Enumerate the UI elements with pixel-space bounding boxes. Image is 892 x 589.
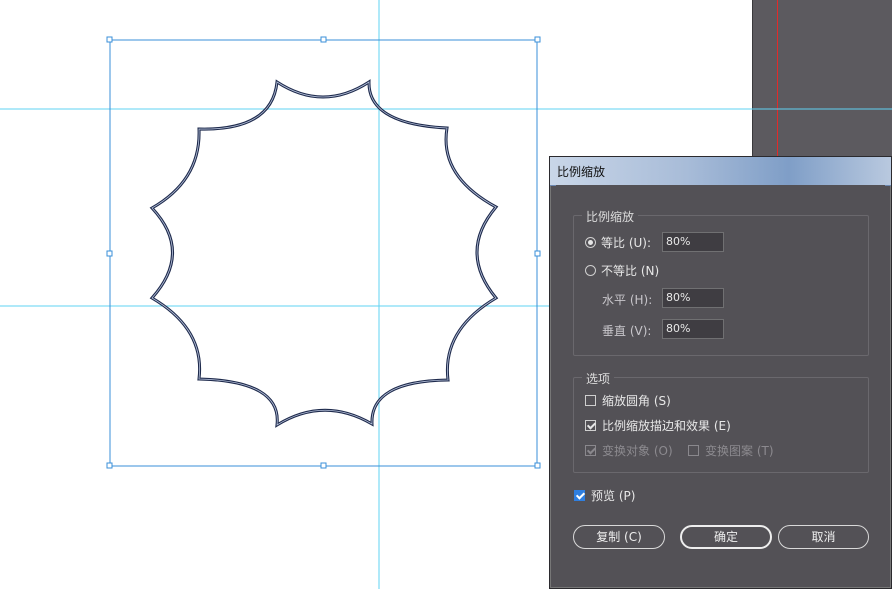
scalloped-star-shape[interactable] [149,79,499,428]
preview-checkbox[interactable] [574,490,585,501]
transform-patterns-option: 变换图案 (T) [688,442,774,459]
nonuniform-option[interactable]: 不等比 (N) [585,262,659,279]
nonuniform-radio[interactable] [585,265,596,276]
copy-button[interactable]: 复制 (C) [573,525,665,549]
horizontal-label: 水平 (H): [602,293,653,307]
vertical-row: 垂直 (V): [602,322,651,339]
dialog-titlebar[interactable]: 比例缩放 [550,157,891,186]
scale-strokes-label: 比例缩放描边和效果 (E) [602,419,731,433]
transform-patterns-checkbox [688,445,699,456]
ok-button[interactable]: 确定 [680,525,772,549]
uniform-radio[interactable] [585,237,596,248]
dialog-title: 比例缩放 [557,165,606,179]
uniform-option[interactable]: 等比 (U): [585,234,651,251]
scale-corners-checkbox[interactable] [585,395,596,406]
dialog-body: 比例缩放 等比 (U): 80% 不等比 (N) 水平 (H): 80% 垂直 … [556,185,885,582]
transform-objects-option: 变换对象 (O) [585,442,673,459]
cancel-button[interactable]: 取消 [778,525,869,549]
options-group-legend: 选项 [582,370,615,387]
vertical-label: 垂直 (V): [602,324,652,338]
scale-corners-option[interactable]: 缩放圆角 (S) [585,392,671,409]
scale-corners-label: 缩放圆角 (S) [602,394,671,408]
uniform-input[interactable]: 80% [662,232,724,252]
scale-strokes-checkbox[interactable] [585,420,596,431]
horizontal-row: 水平 (H): [602,291,652,308]
horizontal-input[interactable]: 80% [662,288,724,308]
transform-patterns-label: 变换图案 (T) [705,444,774,458]
scale-group-legend: 比例缩放 [582,208,639,225]
vertical-input[interactable]: 80% [662,319,724,339]
uniform-label: 等比 (U): [601,236,652,250]
preview-label: 预览 (P) [591,489,636,503]
nonuniform-label: 不等比 (N) [601,264,660,278]
preview-option[interactable]: 预览 (P) [574,487,635,504]
transform-objects-checkbox [585,445,596,456]
scale-strokes-option[interactable]: 比例缩放描边和效果 (E) [585,417,731,434]
transform-objects-label: 变换对象 (O) [602,444,673,458]
scale-dialog[interactable]: 比例缩放 比例缩放 等比 (U): 80% 不等比 (N) 水平 (H): 80… [549,156,892,589]
